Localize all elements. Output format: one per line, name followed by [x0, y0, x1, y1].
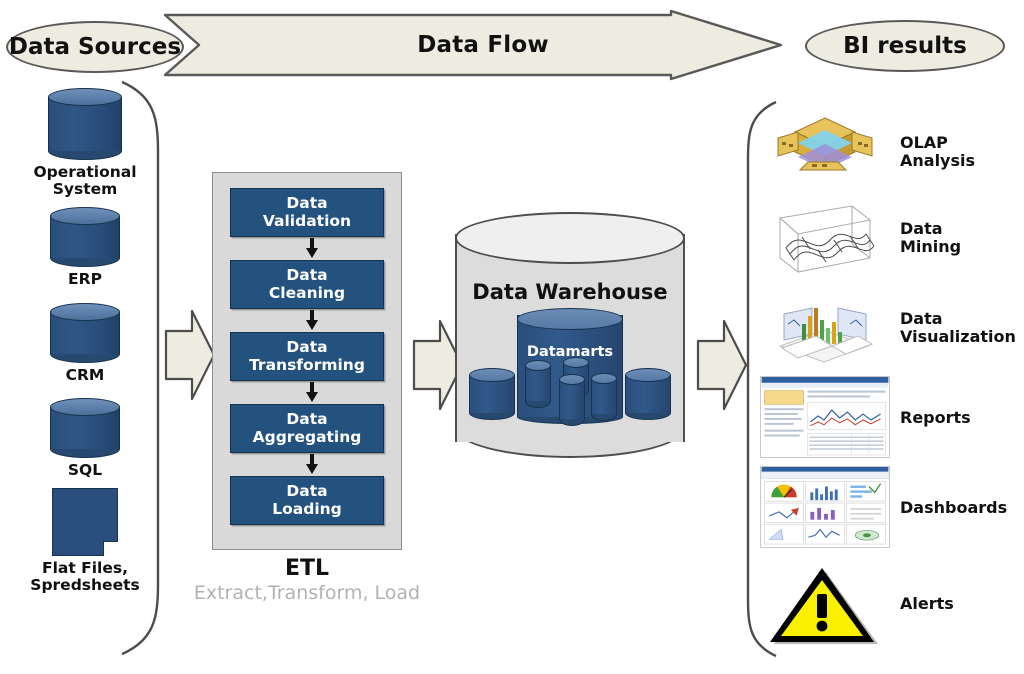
source-label: ERP	[68, 270, 102, 288]
etl-flow-arrow-icon	[306, 382, 318, 402]
source-item-crm[interactable]: CRM	[10, 303, 160, 384]
etl-subtitle: Extract,Transform, Load	[193, 582, 421, 604]
connector-warehouse-to-bi	[696, 319, 748, 411]
data-warehouse: Data Warehouse Datamarts	[455, 212, 685, 464]
report-page-icon	[760, 376, 890, 458]
3d-chart-icon	[760, 286, 890, 368]
etl-step-data-cleaning[interactable]: Data Cleaning	[230, 260, 384, 309]
connector-sources-to-etl	[164, 309, 216, 401]
datamart-cylinder-icon	[559, 374, 585, 426]
bi-label: Data Visualization	[900, 309, 1016, 346]
database-cylinder-icon	[50, 207, 120, 267]
source-item-operational-system[interactable]: Operational System	[10, 88, 160, 199]
etl-step-data-transforming[interactable]: Data Transforming	[230, 332, 384, 381]
header-band: Data Flow Data Sources BI results	[0, 0, 1024, 90]
datamarts-label: Datamarts	[526, 344, 614, 360]
etl-title: ETL	[284, 556, 330, 581]
warehouse-title: Data Warehouse	[472, 280, 668, 304]
data-flow-label: Data Flow	[417, 32, 549, 58]
bi-item-reports[interactable]: Reports	[748, 376, 1024, 460]
bi-item-data-visualization[interactable]: Data Visualization	[748, 286, 1024, 370]
warehouse-cylinder-top	[455, 212, 685, 264]
olap-cube-icon	[760, 110, 890, 192]
datamart-cylinder-icon	[525, 360, 551, 408]
source-label: CRM	[65, 366, 105, 384]
source-item-sql[interactable]: SQL	[10, 398, 160, 479]
etl-step-data-validation[interactable]: Data Validation	[230, 188, 384, 237]
flat-file-icon	[52, 488, 118, 556]
bi-label: Data Mining	[900, 219, 962, 256]
etl-flow-arrow-icon	[306, 310, 318, 330]
surface-mesh-icon	[760, 196, 890, 278]
warning-triangle-icon	[766, 564, 884, 646]
bi-label: Dashboards	[900, 498, 1008, 518]
source-label: SQL	[67, 461, 103, 479]
datamart-cylinder-icon	[469, 368, 515, 420]
bi-label: OLAP Analysis	[900, 133, 976, 170]
etl-flow-arrow-icon	[306, 238, 318, 258]
database-cylinder-icon	[50, 303, 120, 363]
etl-step-data-loading[interactable]: Data Loading	[230, 476, 384, 525]
source-item-erp[interactable]: ERP	[10, 207, 160, 288]
bi-item-dashboards[interactable]: Dashboards	[748, 466, 1024, 550]
etl-step-data-aggregating[interactable]: Data Aggregating	[230, 404, 384, 453]
database-cylinder-icon	[50, 398, 120, 458]
bi-results-pill: BI results	[805, 20, 1005, 72]
diagram-canvas: Data Flow Data Sources BI results Operat…	[0, 0, 1024, 674]
data-sources-column: Operational System ERP CRM SQL Flat File…	[10, 88, 160, 658]
bi-item-data-mining[interactable]: Data Mining	[748, 196, 1024, 280]
dashboard-grid-icon	[760, 466, 890, 548]
database-cylinder-icon	[48, 88, 122, 160]
bi-label: Alerts	[900, 594, 954, 614]
bi-item-alerts[interactable]: Alerts	[748, 562, 1024, 646]
data-sources-pill: Data Sources	[6, 21, 184, 73]
bi-results-column: OLAP Analysis Data Mining Data Visualiza…	[748, 100, 1024, 660]
source-item-flat-files[interactable]: Flat Files, Spredsheets	[10, 488, 160, 595]
bi-label: Reports	[900, 408, 971, 428]
bi-item-olap-analysis[interactable]: OLAP Analysis	[748, 110, 1024, 194]
datamart-cylinder-icon	[591, 373, 617, 421]
etl-flow-arrow-icon	[306, 454, 318, 474]
etl-steps-group: Data Validation Data Cleaning Data Trans…	[212, 172, 402, 550]
source-label: Flat Files, Spredsheets	[30, 559, 140, 595]
source-label: Operational System	[33, 163, 137, 199]
datamart-cylinder-icon	[625, 368, 671, 420]
